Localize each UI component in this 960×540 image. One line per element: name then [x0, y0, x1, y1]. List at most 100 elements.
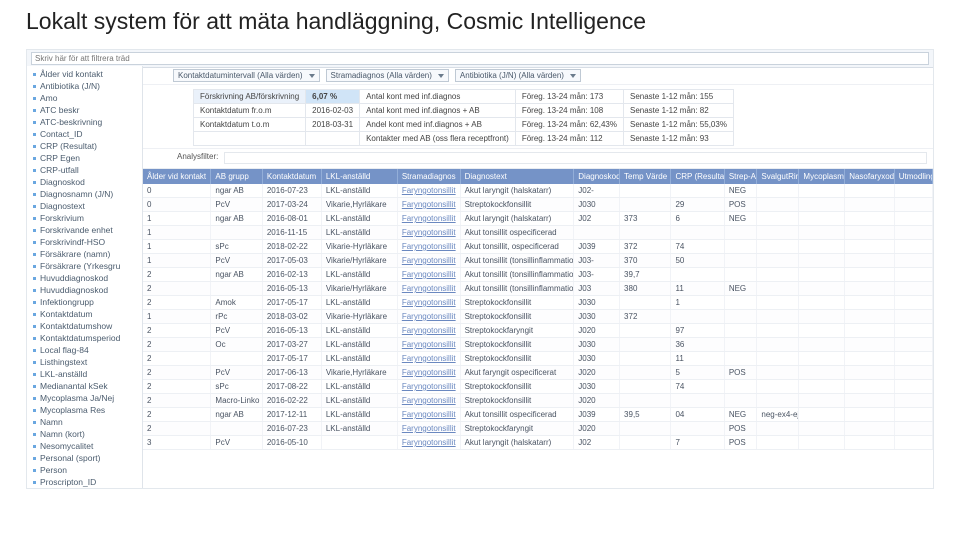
table-cell: J030: [574, 310, 620, 323]
tree-item[interactable]: Namn: [33, 416, 138, 428]
table-row[interactable]: 2sPc2017-08-22LKL-anställdFaryngotonsill…: [143, 380, 933, 394]
column-header[interactable]: LKL-anställd: [322, 169, 398, 184]
tree-item[interactable]: Forskrivindf-HSO: [33, 236, 138, 248]
column-header[interactable]: Strep-A utfall: [725, 169, 758, 184]
table-row[interactable]: 0PcV2017-03-24Vikarie,HyrläkareFaryngoto…: [143, 198, 933, 212]
tree-item[interactable]: CRP (Resultat): [33, 140, 138, 152]
metrics-tree[interactable]: Ålder vid kontaktAntibiotika (J/N)AmoATC…: [27, 66, 143, 488]
tree-item[interactable]: Försäkrare (namn): [33, 248, 138, 260]
tree-item[interactable]: Antibiotika (J/N): [33, 80, 138, 92]
diagnosis-link[interactable]: Faryngotonsillit: [402, 298, 456, 307]
diagnosis-link[interactable]: Faryngotonsillit: [402, 340, 456, 349]
filter-dropdown[interactable]: Stramadiagnos (Alla värden): [326, 69, 449, 82]
diagnosis-link[interactable]: Faryngotonsillit: [402, 214, 456, 223]
tree-item[interactable]: Kontaktdatum: [33, 308, 138, 320]
column-header[interactable]: Diagnoskod: [574, 169, 620, 184]
tree-item[interactable]: Medianantal kSek: [33, 380, 138, 392]
tree-item[interactable]: Mycoplasma Ja/Nej: [33, 392, 138, 404]
column-header[interactable]: Temp Värde: [620, 169, 671, 184]
column-header[interactable]: Kontaktdatum: [263, 169, 322, 184]
diagnosis-link[interactable]: Faryngotonsillit: [402, 228, 456, 237]
tree-item[interactable]: Huvuddiagnoskod: [33, 272, 138, 284]
diagnosis-link[interactable]: Faryngotonsillit: [402, 186, 456, 195]
tree-item[interactable]: Kontaktdatumshow: [33, 320, 138, 332]
table-row[interactable]: 2PcV2016-05-13LKL-anställdFaryngotonsill…: [143, 324, 933, 338]
tree-item[interactable]: Namn (kort): [33, 428, 138, 440]
tree-item[interactable]: Försäkrare (Yrkesgru: [33, 260, 138, 272]
diagnosis-link[interactable]: Faryngotonsillit: [402, 382, 456, 391]
table-row[interactable]: 22016-05-13Vikarie/HyrläkareFaryngotonsi…: [143, 282, 933, 296]
tree-item[interactable]: CRP-utfall: [33, 164, 138, 176]
diagnosis-link[interactable]: Faryngotonsillit: [402, 326, 456, 335]
column-header[interactable]: Mycoplasma: [799, 169, 845, 184]
table-row[interactable]: 2Oc2017-03-27LKL-anställdFaryngotonsilli…: [143, 338, 933, 352]
tree-item[interactable]: Forskrivium: [33, 212, 138, 224]
tree-item[interactable]: Forskrivande enhet: [33, 224, 138, 236]
table-row[interactable]: 2ngar AB2017-12-11LKL-anställdFaryngoton…: [143, 408, 933, 422]
diagnosis-link[interactable]: Faryngotonsillit: [402, 410, 456, 419]
table-cell: [845, 436, 895, 449]
tree-item[interactable]: Person: [33, 464, 138, 476]
table-row[interactable]: 2Macro-Linko2016-02-22LKL-anställdFaryng…: [143, 394, 933, 408]
tree-item[interactable]: CRP Egen: [33, 152, 138, 164]
table-cell: [757, 380, 799, 393]
table-row[interactable]: 22017-05-17LKL-anställdFaryngotonsillitS…: [143, 352, 933, 366]
diagnosis-link[interactable]: Faryngotonsillit: [402, 396, 456, 405]
filter-dropdown[interactable]: Antibiotika (J/N) (Alla värden): [455, 69, 581, 82]
tree-item[interactable]: ATC beskr: [33, 104, 138, 116]
diagnosis-link[interactable]: Faryngotonsillit: [402, 424, 456, 433]
tree-item[interactable]: LKL-anställd: [33, 368, 138, 380]
diagnosis-link[interactable]: Faryngotonsillit: [402, 438, 456, 447]
column-header[interactable]: AB grupp: [211, 169, 262, 184]
tree-filter-input[interactable]: [31, 52, 929, 65]
analysis-filter-box[interactable]: [224, 152, 927, 164]
tree-item[interactable]: Contact_ID: [33, 128, 138, 140]
table-row[interactable]: 22016-07-23LKL-anställdFaryngotonsillitS…: [143, 422, 933, 436]
column-header[interactable]: SvalgutRing: [757, 169, 799, 184]
tree-item[interactable]: Personal (sport): [33, 452, 138, 464]
tree-item[interactable]: Local flag-84: [33, 344, 138, 356]
tree-item[interactable]: Mycoplasma Res: [33, 404, 138, 416]
diagnosis-link[interactable]: Faryngotonsillit: [402, 270, 456, 279]
diagnosis-link[interactable]: Faryngotonsillit: [402, 284, 456, 293]
table-row[interactable]: 2Amok2017-05-17LKL-anställdFaryngotonsil…: [143, 296, 933, 310]
table-row[interactable]: 1PcV2017-05-03Vikarie/HyrläkareFaryngoto…: [143, 254, 933, 268]
column-header[interactable]: Diagnostext: [461, 169, 575, 184]
table-cell: [671, 184, 724, 197]
diagnosis-link[interactable]: Faryngotonsillit: [402, 312, 456, 321]
tree-item[interactable]: Diagnostext: [33, 200, 138, 212]
diagnosis-link[interactable]: Faryngotonsillit: [402, 368, 456, 377]
filter-dropdown[interactable]: Kontaktdatumintervall (Alla värden): [173, 69, 320, 82]
table-row[interactable]: 3PcV2016-05-10FaryngotonsillitAkut laryn…: [143, 436, 933, 450]
table-row[interactable]: 12016-11-15LKL-anställdFaryngotonsillitA…: [143, 226, 933, 240]
diagnosis-link[interactable]: Faryngotonsillit: [402, 256, 456, 265]
tree-item[interactable]: Diagnosnamn (J/N): [33, 188, 138, 200]
tree-item[interactable]: Ålder vid kontakt: [33, 68, 138, 80]
table-row[interactable]: 1sPc2018-02-22Vikarie-HyrläkareFaryngoto…: [143, 240, 933, 254]
diagnosis-link[interactable]: Faryngotonsillit: [402, 242, 456, 251]
column-header[interactable]: Nasofaryxodling: [845, 169, 895, 184]
tree-item[interactable]: ATC-beskrivning: [33, 116, 138, 128]
table-cell: 0: [143, 184, 211, 197]
diagnosis-link[interactable]: Faryngotonsillit: [402, 354, 456, 363]
tree-item[interactable]: Diagnoskod: [33, 176, 138, 188]
column-header[interactable]: CRP (Resultat): [671, 169, 724, 184]
tree-item[interactable]: Kontaktdatumsperiod: [33, 332, 138, 344]
tree-item[interactable]: Proscripton_ID: [33, 476, 138, 488]
kpi-prev: Föreg. 13-24 mån: 112: [515, 132, 623, 146]
diagnosis-link[interactable]: Faryngotonsillit: [402, 200, 456, 209]
tree-item[interactable]: Infektiongrupp: [33, 296, 138, 308]
column-header[interactable]: Utmodling: [895, 169, 933, 184]
table-row[interactable]: 2PcV2017-06-13Vikarie,HyrläkareFaryngoto…: [143, 366, 933, 380]
tree-item[interactable]: Nesomycalitet: [33, 440, 138, 452]
table-row[interactable]: 1rPc2018-03-02Vikarie-HyrläkareFaryngoto…: [143, 310, 933, 324]
column-header[interactable]: Ålder vid kontakt: [143, 169, 211, 184]
table-cell: [574, 226, 620, 239]
tree-item[interactable]: Amo: [33, 92, 138, 104]
table-row[interactable]: 1ngar AB2016-08-01LKL-anställdFaryngoton…: [143, 212, 933, 226]
tree-item[interactable]: Listhingstext: [33, 356, 138, 368]
tree-item[interactable]: Huvuddiagnoskod: [33, 284, 138, 296]
table-row[interactable]: 2ngar AB2016-02-13LKL-anställdFaryngoton…: [143, 268, 933, 282]
table-row[interactable]: 0ngar AB2016-07-23LKL-anställdFaryngoton…: [143, 184, 933, 198]
column-header[interactable]: Stramadiagnos: [398, 169, 461, 184]
